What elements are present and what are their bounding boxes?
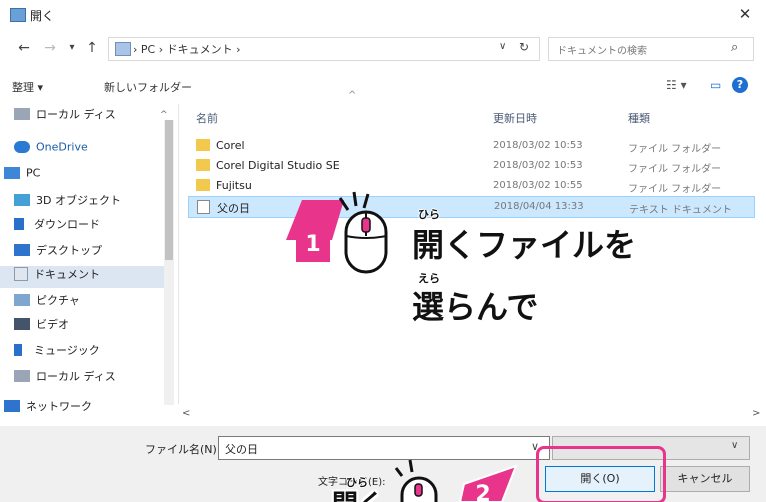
sidebar-item-downloads[interactable]: ダウンロード [14,216,162,238]
file-type: ファイル フォルダー [628,184,722,195]
navigation-pane: ローカル ディス OneDrive PC 3D オブジェクト ダウンロード デス… [0,104,179,413]
step2-badge: 2 [475,482,491,502]
scroll-left-button[interactable]: < [182,408,190,419]
forward-button[interactable]: → [40,38,60,58]
folder-icon [196,159,210,171]
file-date: 2018/03/02 10:55 [493,180,583,191]
view-options-button[interactable]: ☷ ▾ [666,78,687,92]
video-icon [14,318,30,330]
column-header-type[interactable]: 種類 [628,110,650,126]
text-document-icon [197,200,210,214]
pictures-icon [14,294,30,306]
search-icon: ⌕ [731,40,739,55]
sidebar-item-local-disk[interactable]: ローカル ディス [14,106,162,128]
cancel-button[interactable]: キャンセル [660,466,750,492]
file-type: ファイル フォルダー [628,144,722,155]
open-button-highlight [536,446,666,502]
open-file-dialog: 開く ✕ ← → ▾ ↑ › PC › ドキュメント › ∨ ↻ ドキュメントの… [0,0,766,502]
column-header-name[interactable]: 名前 [196,110,218,126]
step1-instruction: 開くファイルを [412,226,637,264]
sidebar-item-3d-objects[interactable]: 3D オブジェクト [14,192,162,214]
filename-input[interactable]: 父の日 ∨ [218,436,550,460]
sidebar-item-pictures[interactable]: ピクチャ [14,292,162,314]
dialog-window-icon [10,8,26,22]
sidebar-item-pc[interactable]: PC [4,166,162,188]
sidebar-item-desktop[interactable]: デスクトップ [14,242,162,264]
mouse-click-icon [338,191,388,274]
address-dropdown-button[interactable]: ∨ [499,41,506,52]
file-name: Corel [216,139,245,152]
drive-icon [14,370,30,382]
sidebar-item-network[interactable]: ネットワーク [4,398,162,420]
folder-icon [196,139,210,151]
step1-instruction-2: 選らんで [412,288,539,326]
refresh-button[interactable]: ↻ [519,40,529,54]
drive-icon [14,108,30,120]
file-name: Corel Digital Studio SE [216,159,340,172]
address-bar[interactable]: › PC › ドキュメント › ∨ ↻ [108,37,540,61]
help-button[interactable]: ? [732,77,748,93]
filename-label: ファイル名(N): [145,443,221,456]
search-placeholder: ドキュメントの検索 [557,46,647,57]
breadcrumb[interactable]: › PC › ドキュメント › [133,41,241,57]
column-header-date[interactable]: 更新日時 [493,110,537,126]
organize-menu[interactable]: 整理 ▾ [12,79,43,95]
title-bar: 開く ✕ [0,0,766,30]
sidebar-scroll-up-button[interactable]: ^ [160,110,168,120]
file-name: 父の日 [217,202,250,215]
pc-icon [4,167,20,179]
file-row[interactable]: Corel Digital Studio SE 2018/03/02 10:53… [188,156,753,176]
step2-instruction: 開く [332,484,384,502]
chevron-down-icon: ∨ [731,440,739,451]
file-type: テキスト ドキュメント [629,205,732,216]
desktop-icon [14,244,30,256]
scrollbar-thumb[interactable] [165,120,173,260]
network-icon [4,400,20,412]
cloud-icon [14,141,30,153]
download-icon [14,218,24,230]
sidebar-item-local-disk-2[interactable]: ローカル ディス [14,368,162,390]
file-date: 2018/03/02 10:53 [493,140,583,151]
column-headers: 名前 更新日時 種類 [188,104,766,128]
step1-badge: 1 [296,228,330,262]
cube-icon [14,194,30,206]
close-button[interactable]: ✕ [734,3,756,25]
file-row[interactable]: Corel 2018/03/02 10:53 ファイル フォルダー [188,136,753,156]
filename-value: 父の日 [225,443,258,456]
sidebar-item-onedrive[interactable]: OneDrive [14,140,162,162]
sidebar-item-videos[interactable]: ビデオ [14,316,162,338]
documents-folder-icon [115,42,131,56]
dialog-title: 開く [30,9,55,23]
music-icon [14,344,22,356]
preview-pane-button[interactable]: ▭ [710,78,721,92]
command-bar: 整理 ▾ 新しいフォルダー ☷ ▾ ▭ ? [0,70,766,102]
file-date: 2018/04/04 13:33 [494,201,584,212]
up-button[interactable]: ↑ [82,38,102,58]
sidebar-scrollbar[interactable] [164,120,174,405]
sidebar-item-music[interactable]: ミュージック [14,342,162,364]
mouse-click-icon-2 [394,459,438,502]
new-folder-button[interactable]: 新しいフォルダー [104,79,192,95]
back-button[interactable]: ← [14,38,34,58]
horizontal-scrollbar[interactable]: < > [178,408,766,424]
scroll-right-button[interactable]: > [752,408,760,419]
search-box[interactable]: ドキュメントの検索 ⌕ [548,37,754,61]
file-name: Fujitsu [216,179,252,192]
file-date: 2018/03/02 10:53 [493,160,583,171]
sidebar-item-documents[interactable]: ドキュメント [0,266,164,288]
recent-locations-button[interactable]: ▾ [62,38,82,58]
folder-icon [196,179,210,191]
file-type: ファイル フォルダー [628,164,722,175]
documents-icon [14,267,28,281]
sort-indicator-icon: ^ [348,90,357,101]
navigation-bar: ← → ▾ ↑ › PC › ドキュメント › ∨ ↻ ドキュメントの検索 ⌕ [0,32,766,64]
